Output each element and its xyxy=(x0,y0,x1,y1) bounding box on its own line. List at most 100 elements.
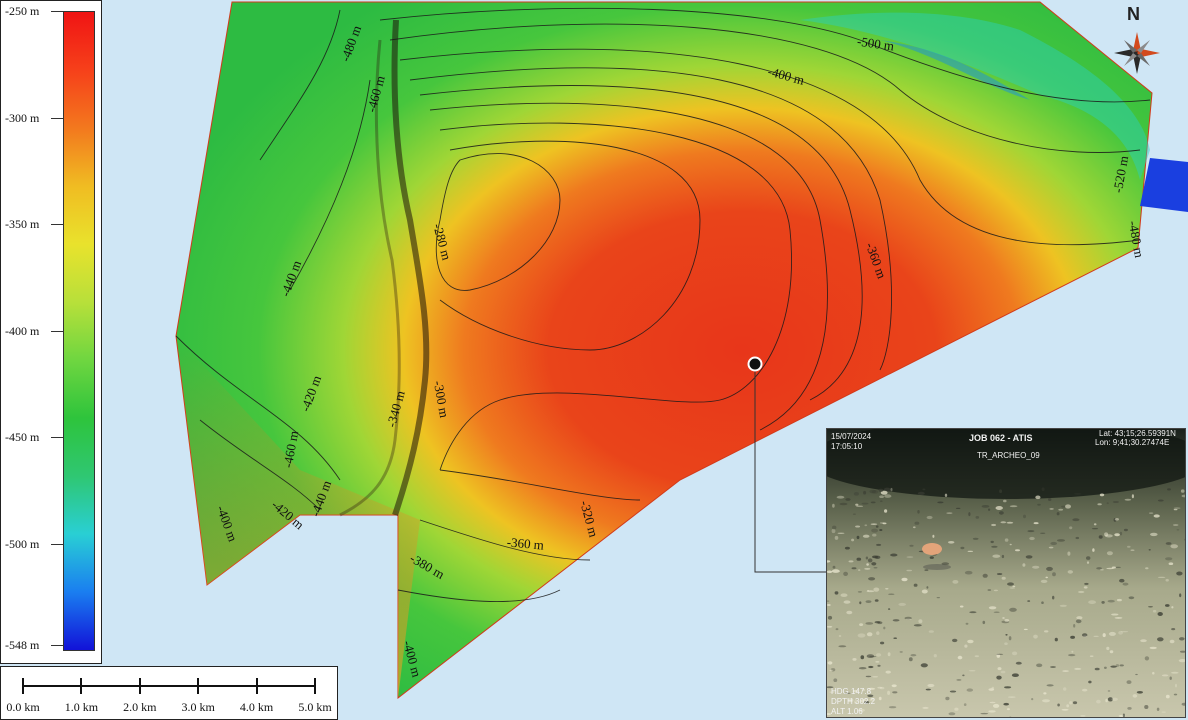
texture-speck xyxy=(1167,488,1171,491)
texture-speck xyxy=(952,638,958,643)
texture-speck xyxy=(1083,586,1088,589)
texture-speck xyxy=(1000,670,1006,674)
texture-speck xyxy=(988,606,997,610)
texture-speck xyxy=(851,538,855,542)
texture-speck xyxy=(1056,512,1060,516)
texture-speck xyxy=(932,534,935,538)
texture-speck xyxy=(876,631,880,635)
texture-speck xyxy=(1165,694,1170,699)
texture-speck xyxy=(832,565,836,569)
texture-speck xyxy=(867,558,873,563)
photo-altitude: ALT 1.06 xyxy=(831,707,863,716)
sample-marker[interactable] xyxy=(747,356,763,372)
texture-speck xyxy=(1119,664,1124,667)
texture-speck xyxy=(1070,635,1075,639)
texture-speck xyxy=(860,655,865,660)
texture-speck xyxy=(1046,566,1053,571)
texture-speck xyxy=(865,675,872,678)
photo-lon: Lon: 9;41;30.27474E xyxy=(1095,438,1170,447)
texture-speck xyxy=(834,591,839,595)
texture-speck xyxy=(974,655,979,658)
texture-speck xyxy=(966,688,973,692)
texture-speck xyxy=(1041,487,1045,491)
texture-speck xyxy=(1027,600,1031,602)
texture-speck xyxy=(1152,609,1157,613)
texture-speck xyxy=(867,590,870,592)
texture-speck xyxy=(967,550,974,552)
texture-speck xyxy=(910,654,917,657)
texture-speck xyxy=(1006,521,1014,524)
texture-speck xyxy=(1150,532,1158,537)
texture-speck xyxy=(877,664,881,667)
texture-speck xyxy=(929,556,934,559)
texture-speck xyxy=(1032,565,1040,569)
texture-speck xyxy=(1127,545,1131,548)
texture-speck xyxy=(1009,543,1012,546)
texture-speck xyxy=(1066,704,1070,708)
texture-speck xyxy=(1050,666,1056,668)
texture-speck xyxy=(853,492,859,496)
texture-speck xyxy=(1119,531,1123,536)
legend-tick xyxy=(51,224,63,225)
texture-speck xyxy=(1009,587,1016,589)
texture-speck xyxy=(1107,599,1115,603)
legend-tick xyxy=(51,331,63,332)
texture-speck xyxy=(922,488,926,491)
bathymetry-map[interactable]: -480 m -460 m -500 m -400 m -520 m -480 m -280… xyxy=(0,0,1188,720)
texture-speck xyxy=(1049,508,1054,510)
texture-speck xyxy=(962,674,965,677)
texture-speck xyxy=(836,495,845,499)
texture-speck xyxy=(1168,562,1174,565)
texture-speck xyxy=(856,535,860,540)
texture-speck xyxy=(1157,612,1163,616)
texture-speck xyxy=(879,495,884,498)
texture-speck xyxy=(1063,687,1067,691)
texture-speck xyxy=(1050,541,1057,546)
texture-speck xyxy=(959,605,964,608)
texture-speck xyxy=(997,667,1002,671)
texture-speck xyxy=(1178,659,1185,663)
texture-speck xyxy=(893,637,897,639)
scale-bar: 0.0 km 1.0 km 2.0 km 3.0 km 4.0 km 5.0 km xyxy=(0,666,338,720)
texture-speck xyxy=(1052,595,1055,600)
texture-speck xyxy=(831,528,836,534)
texture-speck xyxy=(1057,539,1065,542)
legend-label: -450 m xyxy=(5,430,40,444)
texture-speck xyxy=(1007,582,1014,586)
texture-speck xyxy=(944,493,948,497)
texture-speck xyxy=(1161,711,1166,713)
texture-speck xyxy=(1071,650,1074,653)
texture-speck xyxy=(858,569,861,571)
texture-speck xyxy=(829,669,833,672)
texture-speck xyxy=(1179,593,1182,598)
texture-speck xyxy=(963,703,967,706)
texture-speck xyxy=(1009,505,1018,508)
texture-speck xyxy=(969,611,977,614)
texture-speck xyxy=(838,635,842,637)
texture-speck xyxy=(948,541,955,544)
texture-speck xyxy=(1076,616,1083,620)
texture-speck xyxy=(872,676,879,678)
texture-speck xyxy=(1058,508,1064,511)
texture-speck xyxy=(862,534,870,538)
texture-speck xyxy=(1008,636,1012,641)
texture-speck xyxy=(1130,549,1135,551)
texture-speck xyxy=(874,599,879,602)
texture-speck xyxy=(913,583,918,587)
texture-speck xyxy=(1114,533,1120,537)
texture-speck xyxy=(933,654,937,658)
texture-speck xyxy=(906,556,914,558)
texture-speck xyxy=(999,489,1003,493)
texture-speck xyxy=(955,507,961,509)
seafloor-photo-inset[interactable]: 15/07/2024 17:05:10 JOB 062 - ATIS Lat: … xyxy=(826,428,1186,718)
texture-speck xyxy=(1015,661,1022,665)
texture-speck xyxy=(956,679,962,681)
texture-speck xyxy=(1072,518,1080,522)
texture-speck xyxy=(1074,493,1082,495)
texture-speck xyxy=(865,556,869,560)
texture-speck xyxy=(1037,503,1041,506)
texture-speck xyxy=(891,684,897,688)
texture-speck xyxy=(1176,529,1180,531)
texture-speck xyxy=(1043,692,1047,695)
texture-speck xyxy=(1140,639,1147,643)
